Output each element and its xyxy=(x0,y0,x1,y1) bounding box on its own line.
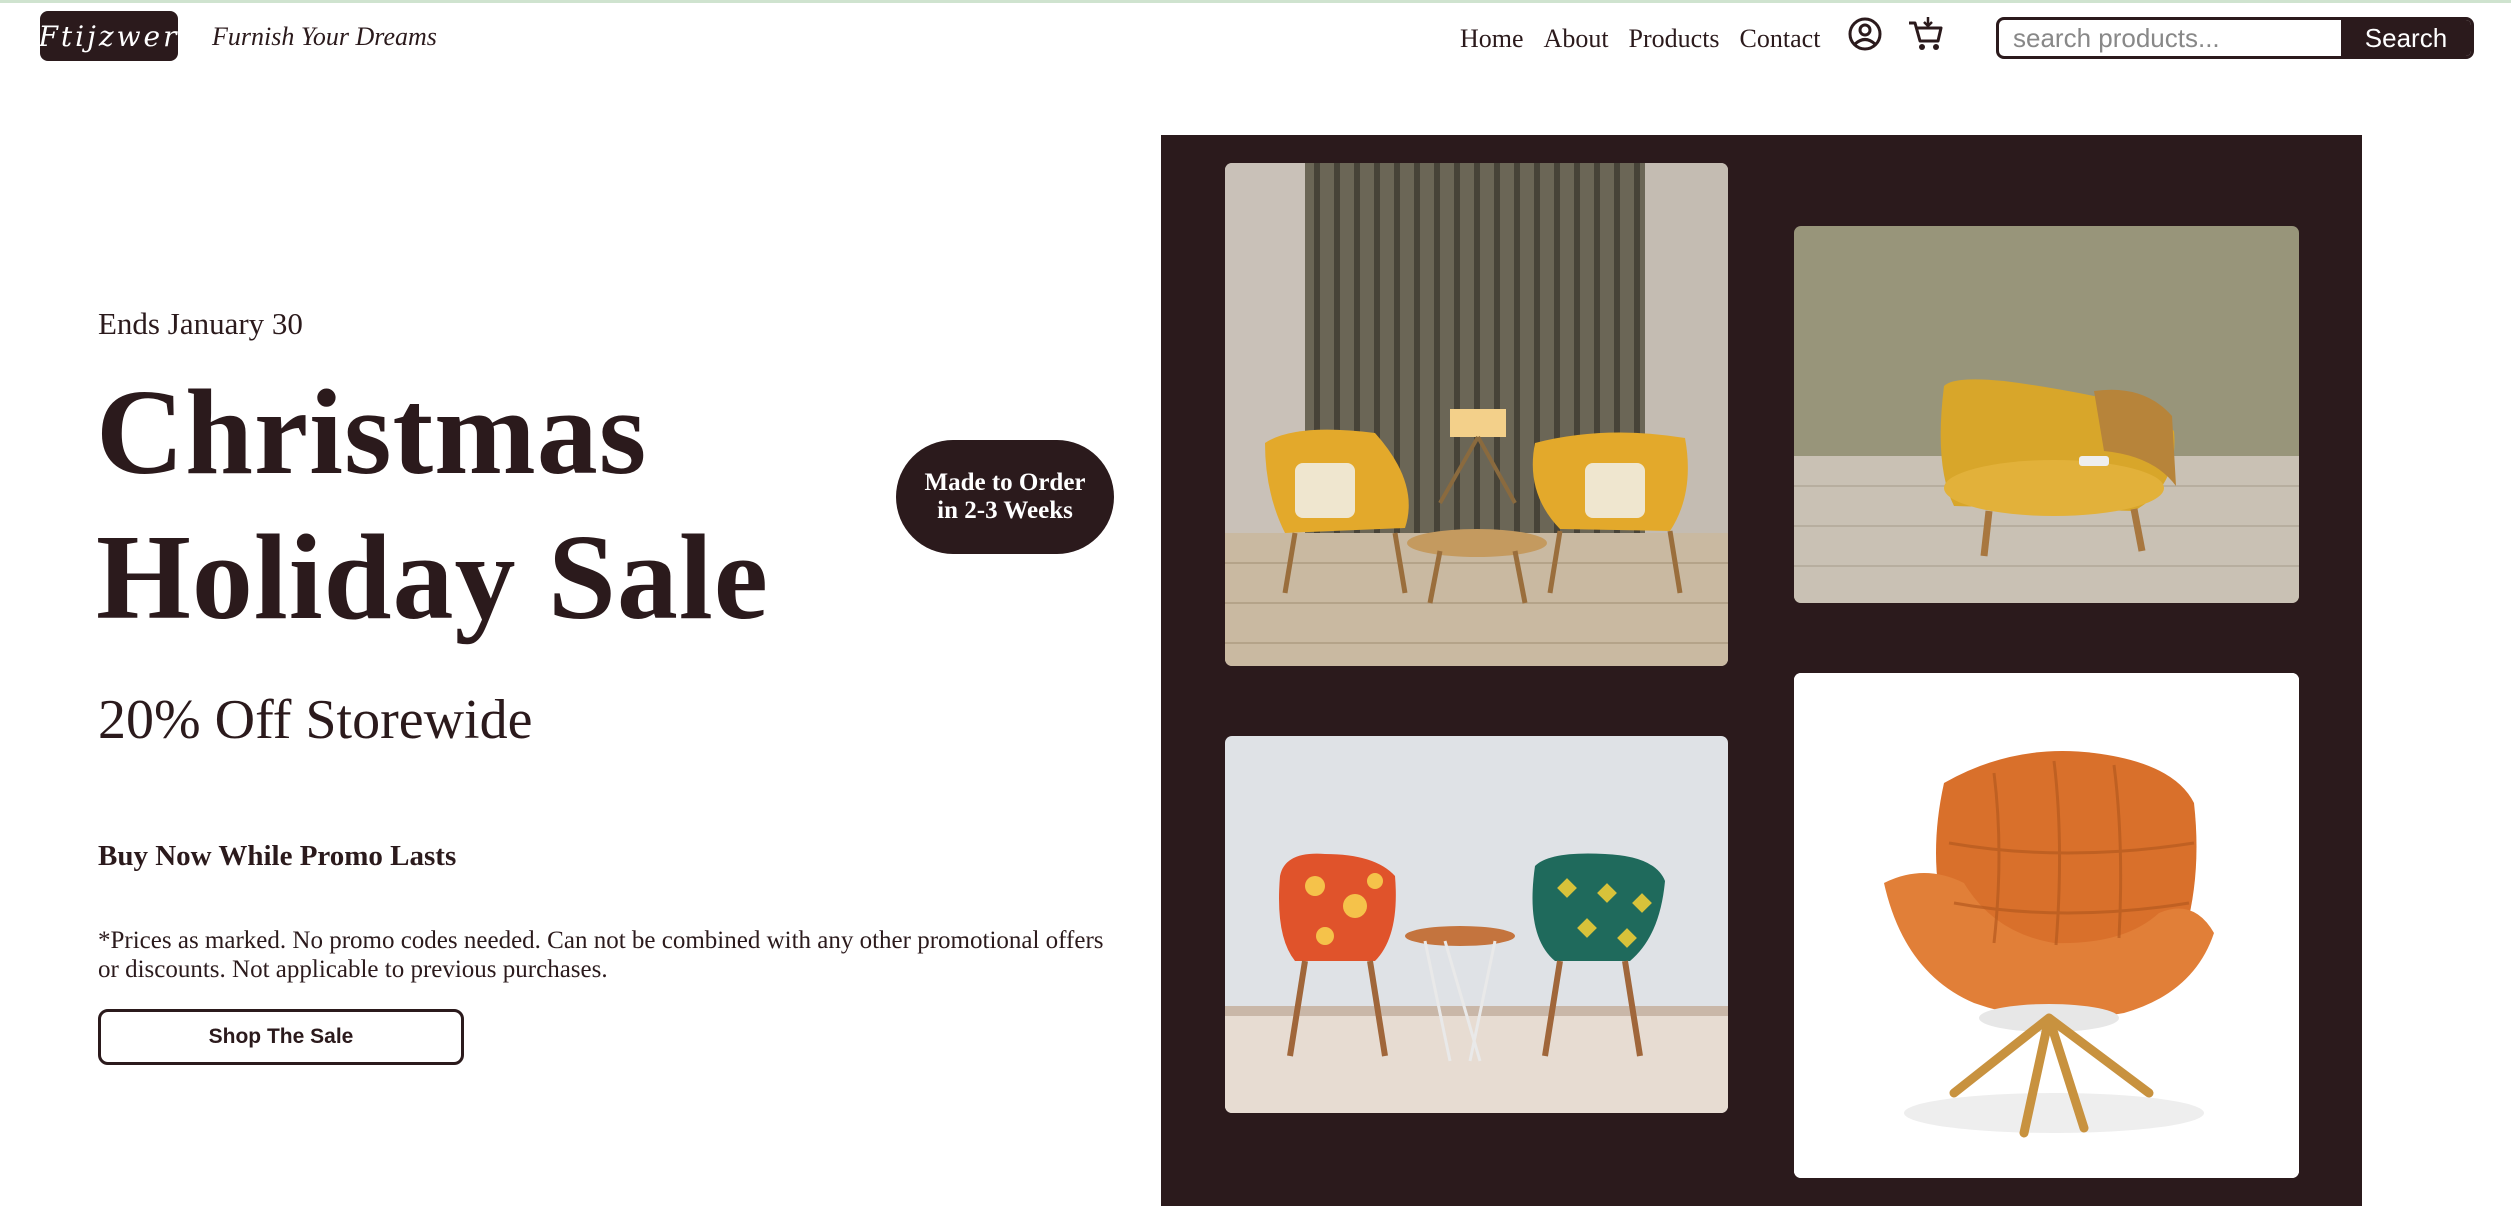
nav-home[interactable]: Home xyxy=(1460,24,1524,54)
nav-contact[interactable]: Contact xyxy=(1740,24,1821,54)
cart-icon[interactable] xyxy=(1906,14,1946,54)
discount-text: 20% Off Storewide xyxy=(98,689,533,751)
gallery-image-yellow-armchairs[interactable] xyxy=(1225,163,1728,666)
main-nav: Home About Products Contact xyxy=(1460,24,1820,54)
account-icon[interactable] xyxy=(1845,14,1885,54)
badge-line-2: in 2-3 Weeks xyxy=(937,497,1073,524)
page-title: Christmas Holiday Sale xyxy=(96,360,769,650)
shop-sale-button[interactable]: Shop The Sale xyxy=(98,1009,464,1065)
badge-line-1: Made to Order xyxy=(924,469,1086,496)
promo-callout: Buy Now While Promo Lasts xyxy=(98,840,457,872)
top-border xyxy=(0,0,2511,3)
logo[interactable]: Ftijzwer xyxy=(39,11,178,61)
nav-products[interactable]: Products xyxy=(1629,24,1720,54)
headline-line-2: Holiday Sale xyxy=(96,510,769,645)
fine-print: *Prices as marked. No promo codes needed… xyxy=(98,927,1104,983)
search-bar: Search xyxy=(1996,17,2474,59)
sale-end-date: Ends January 30 xyxy=(98,306,303,341)
gallery-image-yellow-chaise[interactable] xyxy=(1794,226,2299,603)
tagline: Furnish Your Dreams xyxy=(212,22,437,51)
headline-line-1: Christmas xyxy=(96,365,648,500)
nav-about[interactable]: About xyxy=(1544,24,1609,54)
product-gallery xyxy=(1161,135,2362,1206)
search-button[interactable]: Search xyxy=(2341,20,2471,56)
search-input[interactable] xyxy=(1999,20,2342,56)
made-to-order-badge: Made to Order in 2-3 Weeks xyxy=(896,440,1114,554)
gallery-image-patterned-chairs[interactable] xyxy=(1225,736,1728,1113)
gallery-image-orange-lounge-chair[interactable] xyxy=(1794,673,2299,1178)
